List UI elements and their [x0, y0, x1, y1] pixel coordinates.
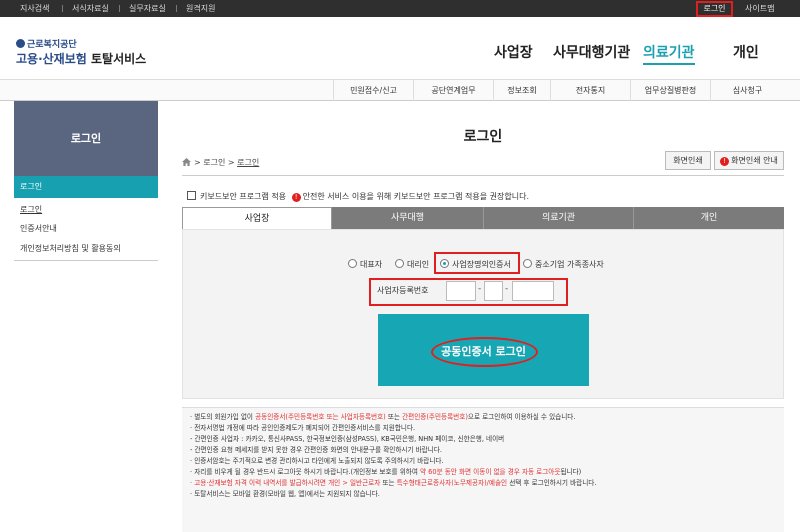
keyboard-security-note: 안전한 서비스 이용을 위해 키보드보안 프로그램 적용을 권장합니다. — [302, 192, 530, 201]
notice-text: 특수형태근로종사자(노무제공자)/예술인 — [396, 479, 508, 487]
subnav-linked-work[interactable]: 공단연계업무 — [413, 80, 493, 101]
sub-navigation: 민원접수/신고 공단연계업무 정보조회 전자통지 업무상질병판정 심사청구 — [0, 80, 800, 101]
gnav-agency[interactable]: 사무대행기관 — [553, 42, 630, 62]
notice-text: - 간편인증 사업자 : 카카오, 통신사PASS, 한국정보인증(삼성PASS… — [190, 435, 505, 443]
divider — [119, 5, 120, 12]
notice-text: · 토탈서비스는 모바일 환경(모바일 웹, 앱)에서는 지원되지 않습니다. — [190, 490, 380, 498]
notice-text: - 간편인증 요청 메세지를 받지 못한 경우 간편인증 화면의 안내문구를 확… — [190, 446, 442, 454]
sidebar-item-login[interactable]: 로그인 — [14, 200, 158, 220]
notice-text: 됩니다) — [560, 468, 582, 476]
highlight-oval-cert — [431, 337, 538, 367]
gnav-personal[interactable]: 개인 — [733, 42, 759, 62]
print-guide-label: 화면인쇄 안내 — [731, 156, 778, 165]
subnav-info-lookup[interactable]: 정보조회 — [493, 80, 550, 101]
radio-representative[interactable]: 대표자 — [348, 259, 382, 271]
notice-text: · 별도의 회원가입 없이 — [190, 413, 256, 421]
breadcrumb-item[interactable]: 로그인 — [203, 158, 225, 167]
radio-dot — [348, 259, 357, 268]
subnav-civil-filing[interactable]: 민원접수/신고 — [333, 80, 413, 101]
radio-label: 대리인 — [407, 260, 430, 269]
notice-text: · 자리를 비우게 될 경우 반드시 로그아웃 하시기 바랍니다.(개인정보 보… — [190, 468, 421, 476]
keyboard-security-row: 키보드보안 프로그램 적용 ! 안전한 서비스 이용을 위해 키보드보안 프로그램… — [187, 191, 529, 202]
notice-line: - 간편인증 요청 메세지를 받지 못한 경우 간편인증 화면의 안내문구를 확… — [190, 445, 776, 456]
subnav-disease-decision[interactable]: 업무상질병판정 — [630, 80, 710, 101]
alert-icon: ! — [291, 193, 301, 202]
login-type-tabs: 사업장 사무대행 의료기관 개인 — [182, 207, 784, 229]
keyboard-security-checkbox[interactable] — [187, 191, 196, 200]
gnav-medical[interactable]: 의료기관 — [643, 42, 695, 65]
sidebar-item-login-active[interactable]: 로그인 — [14, 176, 158, 198]
site-header: 근로복지공단 고용·산재보험 토탈서비스 사업장 사무대행기관 의료기관 개인 — [0, 17, 800, 80]
highlight-box-biz-no — [369, 278, 568, 306]
keyboard-security-label: 키보드보안 프로그램 적용 — [200, 192, 287, 201]
notice-text: 공동인증서(주민등록번호 또는 사업자등록번호) — [255, 413, 386, 421]
tab-personal[interactable]: 개인 — [633, 207, 784, 229]
notice-text: 개인 > 일반근로자 — [328, 479, 381, 487]
subnav-review-request[interactable]: 심사청구 — [710, 80, 784, 101]
notice-text: 약 60분 동안 화면 이동이 없을 경우 자동 로그아웃 — [420, 468, 561, 476]
breadcrumb: > 로그인 > 로그인 — [182, 157, 259, 168]
breadcrumb-sep: > — [194, 158, 201, 167]
gnav-business[interactable]: 사업장 — [494, 42, 533, 62]
sidebar-title: 로그인 — [14, 101, 158, 176]
radio-sme-family[interactable]: 중소기업 가족종사자 — [523, 259, 604, 271]
page-title: 로그인 — [463, 129, 503, 145]
print-button[interactable]: 화면인쇄 — [665, 151, 711, 170]
notice-box: · 별도의 회원가입 없이 공동인증서(주민등록번호 또는 사업자등록번호) 또… — [182, 407, 784, 532]
notice-text: 또는 — [380, 479, 397, 487]
top-link-forms[interactable]: 서식자료실 — [72, 0, 109, 17]
radio-agent[interactable]: 대리인 — [395, 259, 429, 271]
notice-text: 간편인증(주민등록번호) — [402, 413, 468, 421]
logo-main-text: 고용·산재보험 — [16, 52, 87, 66]
notice-line: · 자리를 비우게 될 경우 반드시 로그아웃 하시기 바랍니다.(개인정보 보… — [190, 467, 776, 478]
notice-text: 선택 후 로그인하시기 바랍니다. — [507, 479, 597, 487]
logo-main-dark-text: 토탈서비스 — [91, 52, 147, 66]
notice-text: · 인증서암호는 주기적으로 변경 관리하시고 타인에게 노출되지 않도록 주의… — [190, 457, 444, 465]
subnav-e-notice[interactable]: 전자통지 — [550, 80, 630, 101]
title-divider — [182, 175, 784, 176]
alert-icon: ! — [720, 157, 730, 166]
top-login-link[interactable]: 로그인 — [696, 1, 733, 17]
highlight-box-radio — [434, 252, 520, 274]
notice-line: · 토탈서비스는 모바일 환경(모바일 웹, 앱)에서는 지원되지 않습니다. — [190, 489, 776, 500]
notice-text: 또는 — [385, 413, 403, 421]
sidebar-divider — [14, 260, 158, 261]
breadcrumb-current: 로그인 — [237, 158, 260, 167]
notice-line: · 고용·산재보험 자격 이력 내역서를 발급하시려면 개인 > 일반근로자 또… — [190, 478, 776, 489]
print-guide-button[interactable]: ! 화면인쇄 안내 — [714, 151, 784, 170]
breadcrumb-sep: > — [227, 158, 235, 167]
radio-label: 중소기업 가족종사자 — [535, 260, 604, 269]
notice-text: · 고용·산재보험 자격 이력 내역서를 발급하시려면 — [190, 479, 329, 487]
divider — [176, 5, 177, 12]
top-link-sitemap[interactable]: 사이트맵 — [745, 0, 774, 17]
notice-line: · 전자서명법 개정에 따라 공인인증제도가 폐지되어 간편인증서비스를 지원합… — [190, 423, 776, 434]
logo-mark-icon — [16, 39, 25, 48]
notice-line: · 별도의 회원가입 없이 공동인증서(주민등록번호 또는 사업자등록번호) 또… — [190, 412, 776, 423]
notice-text: · 전자서명법 개정에 따라 공인인증제도가 폐지되어 간편인증서비스를 지원합… — [190, 424, 416, 432]
sidebar-item-cert-guide[interactable]: 인증서안내 — [14, 219, 158, 239]
sidebar-item-privacy[interactable]: 개인정보처리방침 및 활용동의 — [14, 239, 158, 259]
notice-line: · 인증서암호는 주기적으로 변경 관리하시고 타인에게 노출되지 않도록 주의… — [190, 456, 776, 467]
tab-agency[interactable]: 사무대행 — [332, 207, 483, 229]
notice-text: 으로 로그인하여 이용하실 수 있습니다. — [467, 413, 576, 421]
radio-dot — [395, 259, 404, 268]
top-link-remote-support[interactable]: 원격지원 — [186, 0, 215, 17]
tab-business[interactable]: 사업장 — [182, 207, 332, 229]
radio-dot — [523, 259, 532, 268]
logo-service-name[interactable]: 고용·산재보험 토탈서비스 — [16, 50, 146, 67]
logo[interactable]: 근로복지공단 — [16, 37, 77, 50]
top-link-branch-search[interactable]: 지사검색 — [20, 0, 49, 17]
top-utility-bar: 지사검색 서식자료실 실무자료실 원격지원 로그인 사이트맵 — [0, 0, 800, 17]
tab-medical[interactable]: 의료기관 — [483, 207, 633, 229]
home-icon[interactable] — [182, 158, 191, 166]
radio-label: 대표자 — [360, 260, 383, 269]
notice-line: - 간편인증 사업자 : 카카오, 통신사PASS, 한국정보인증(삼성PASS… — [190, 434, 776, 445]
logo-org-name: 근로복지공단 — [27, 40, 77, 50]
top-link-materials[interactable]: 실무자료실 — [129, 0, 166, 17]
divider — [62, 5, 63, 12]
